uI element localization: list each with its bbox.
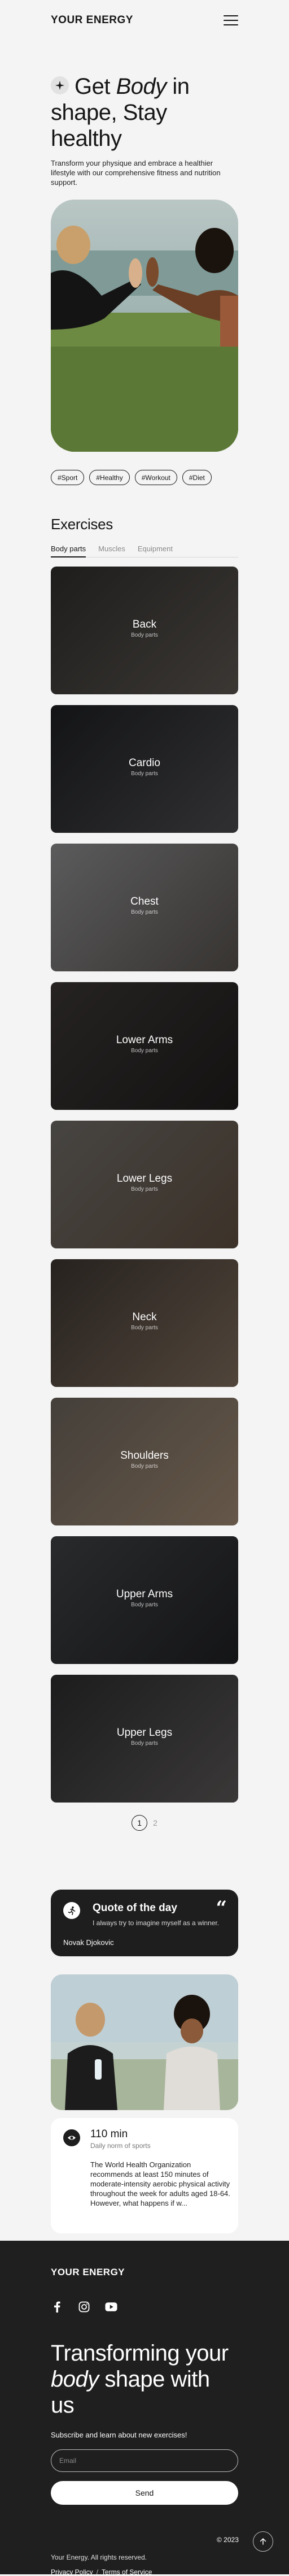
- stat-image: [51, 1974, 238, 2110]
- quote-of-the-day-card: Quote of the day “ I always try to imagi…: [51, 1890, 238, 1956]
- card-title: Upper Arms: [116, 1588, 173, 1600]
- youtube-icon[interactable]: [105, 2301, 117, 2313]
- daily-norm-value: 110 min: [90, 2128, 128, 2140]
- hero-title: Get Body in shape, Stay healthy: [51, 74, 190, 151]
- tag-workout[interactable]: #Workout: [134, 470, 177, 485]
- card-title: Neck: [132, 1311, 157, 1323]
- exercise-card-cardio[interactable]: Cardio Body parts: [51, 705, 238, 833]
- tab-equipment[interactable]: Equipment: [138, 544, 173, 557]
- site-logo[interactable]: YOUR ENERGY: [51, 14, 133, 27]
- tag-healthy[interactable]: #Healthy: [89, 470, 130, 485]
- link-separator: /: [96, 2568, 99, 2576]
- card-category: Body parts: [131, 1463, 158, 1469]
- rights-text: Your Energy. All rights reserved.: [51, 2553, 147, 2561]
- facebook-icon[interactable]: [51, 2301, 63, 2313]
- exercises-title: Exercises: [51, 516, 113, 533]
- quote-text: I always try to imagine myself as a winn…: [93, 1919, 220, 1927]
- card-title: Back: [132, 619, 157, 630]
- daily-norm-card: 110 min Daily norm of sports The World H…: [51, 2118, 238, 2233]
- eye-icon: [63, 2129, 80, 2146]
- exercise-card-back[interactable]: Back Body parts: [51, 567, 238, 694]
- card-category: Body parts: [131, 909, 158, 915]
- quote-mark-icon: “: [216, 1897, 227, 1920]
- hero-image: [51, 200, 238, 452]
- running-man-icon: [63, 1902, 80, 1919]
- card-title: Shoulders: [120, 1450, 169, 1462]
- page-button-current[interactable]: 1: [132, 1815, 148, 1831]
- quote-author: Novak Djokovic: [63, 1938, 114, 1947]
- exercise-card-chest[interactable]: Chest Body parts: [51, 844, 238, 971]
- site-footer: YOUR ENERGY Transforming your body shape…: [0, 2241, 289, 2576]
- card-title: Chest: [130, 896, 159, 907]
- daily-norm-text: The World Health Organization recommends…: [90, 2160, 230, 2207]
- subscribe-text: Subscribe and learn about new exercises!: [51, 2431, 187, 2439]
- hero-section: Get Body in shape, Stay healthy Transfor…: [0, 41, 289, 485]
- page-button-next[interactable]: 2: [153, 1818, 157, 1827]
- hamburger-menu-icon[interactable]: [224, 15, 238, 25]
- exercise-card-list: Back Body parts Cardio Body parts Chest …: [51, 567, 238, 1803]
- card-title: Upper Legs: [116, 1727, 173, 1739]
- instagram-icon[interactable]: [78, 2301, 90, 2313]
- card-category: Body parts: [131, 1602, 158, 1608]
- card-category: Body parts: [131, 1048, 158, 1054]
- social-links: [51, 2301, 238, 2313]
- privacy-policy-link[interactable]: Privacy Policy: [51, 2568, 93, 2576]
- card-category: Body parts: [131, 1186, 158, 1192]
- footer-logo[interactable]: YOUR ENERGY: [51, 2267, 238, 2278]
- exercise-card-lower-arms[interactable]: Lower Arms Body parts: [51, 982, 238, 1110]
- card-title: Lower Arms: [116, 1034, 173, 1046]
- send-button[interactable]: Send: [51, 2481, 238, 2505]
- quote-title: Quote of the day: [93, 1902, 177, 1914]
- tab-muscles[interactable]: Muscles: [98, 544, 125, 557]
- card-category: Body parts: [131, 632, 158, 638]
- terms-of-service-link[interactable]: Terms of Service: [102, 2568, 152, 2576]
- tag-list: #Sport #Healthy #Workout #Diet: [51, 470, 238, 485]
- exercise-card-neck[interactable]: Neck Body parts: [51, 1259, 238, 1387]
- sparkle-icon: [51, 76, 69, 95]
- tag-sport[interactable]: #Sport: [51, 470, 85, 485]
- daily-norm-caption: Daily norm of sports: [90, 2142, 151, 2150]
- exercise-card-upper-arms[interactable]: Upper Arms Body parts: [51, 1536, 238, 1664]
- pagination: 1 2: [51, 1815, 238, 1831]
- exercise-card-shoulders[interactable]: Shoulders Body parts: [51, 1398, 238, 1525]
- email-input[interactable]: [51, 2449, 238, 2472]
- exercise-filter-tabs: Body parts Muscles Equipment: [51, 544, 238, 557]
- card-category: Body parts: [131, 771, 158, 777]
- tag-diet[interactable]: #Diet: [182, 470, 212, 485]
- footer-title: Transforming your body shape with us: [51, 2341, 229, 2418]
- hero-subtitle: Transform your physique and embrace a he…: [51, 159, 221, 187]
- card-title: Lower Legs: [116, 1173, 173, 1185]
- tab-body-parts[interactable]: Body parts: [51, 544, 86, 557]
- exercises-section: Exercises Body parts Muscles Equipment B…: [0, 485, 289, 1831]
- card-category: Body parts: [131, 1325, 158, 1331]
- site-header: YOUR ENERGY: [0, 0, 289, 41]
- arrow-up-icon[interactable]: [253, 2531, 273, 2552]
- exercise-card-upper-legs[interactable]: Upper Legs Body parts: [51, 1675, 238, 1803]
- exercise-card-lower-legs[interactable]: Lower Legs Body parts: [51, 1121, 238, 1248]
- legal-links: Privacy Policy / Terms of Service: [51, 2568, 238, 2576]
- copyright-text: © 2023: [217, 2536, 239, 2544]
- card-category: Body parts: [131, 1740, 158, 1747]
- card-title: Cardio: [129, 757, 160, 769]
